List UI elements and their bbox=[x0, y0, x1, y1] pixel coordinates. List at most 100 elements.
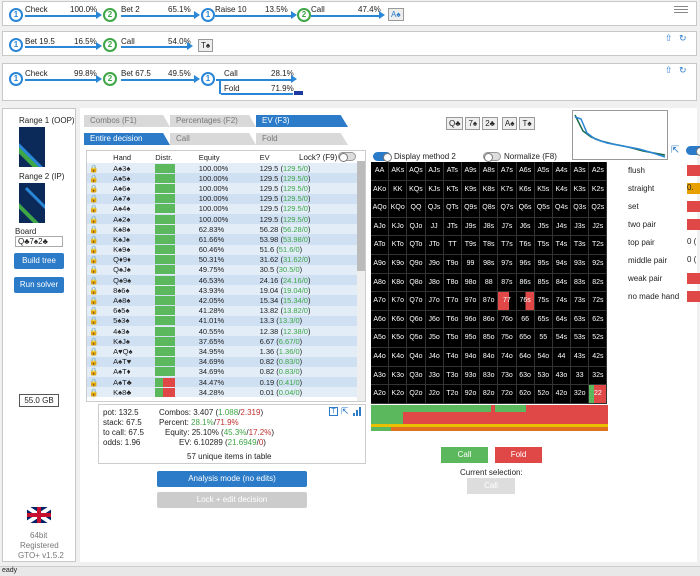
matrix-cell[interactable]: Q3s bbox=[571, 199, 590, 218]
matrix-cell[interactable]: J3o bbox=[425, 366, 444, 386]
fold-button[interactable]: Fold bbox=[495, 447, 542, 463]
table-row[interactable]: 🔒 A♠2♠ 100.00% 129.5 (129.5/0) bbox=[87, 213, 357, 225]
matrix-cell[interactable]: 53o bbox=[534, 366, 553, 386]
build-tree-button[interactable]: Build tree bbox=[14, 253, 64, 269]
lock-icon[interactable]: 🔒 bbox=[87, 194, 111, 204]
matrix-cell[interactable]: 43s bbox=[571, 347, 590, 367]
lock-icon[interactable]: 🔒 bbox=[87, 163, 111, 173]
action-label[interactable]: Bet 2 bbox=[121, 5, 140, 14]
matrix-cell[interactable]: K3o bbox=[389, 366, 408, 386]
table-row[interactable]: 🔒 8♠6♠ 43.93% 19.04 (19.04/0) bbox=[87, 285, 357, 296]
matrix-cell[interactable]: 87o bbox=[480, 292, 499, 311]
matrix-cell[interactable]: 33 bbox=[571, 366, 590, 386]
table-row[interactable]: 🔒 Q♦9♦ 50.31% 31.62 (31.62/0) bbox=[87, 254, 357, 265]
matrix-cell[interactable]: 62o bbox=[516, 385, 535, 404]
matrix-cell[interactable]: K5s bbox=[534, 180, 553, 200]
matrix-cell[interactable]: 86s bbox=[516, 273, 535, 293]
matrix-cell[interactable]: 99 bbox=[461, 254, 481, 274]
matrix-cell[interactable]: Q2s bbox=[589, 199, 608, 218]
lock-toggle[interactable] bbox=[338, 152, 356, 162]
matrix-cell[interactable]: AA bbox=[371, 162, 390, 181]
lock-icon[interactable]: 🔒 bbox=[87, 173, 111, 183]
table-row[interactable]: 🔒 K♠8♠ 62.83% 56.28 (56.28/0) bbox=[87, 224, 357, 235]
matrix-cell[interactable]: 75o bbox=[498, 329, 517, 348]
matrix-cell[interactable]: J2s bbox=[589, 217, 608, 237]
bar-chart-icon[interactable] bbox=[353, 407, 363, 416]
matrix-cell[interactable]: K2s bbox=[589, 180, 608, 200]
table-row[interactable]: 🔒 6♠5♠ 41.28% 13.82 (13.82/0) bbox=[87, 305, 357, 316]
matrix-cell[interactable]: J7o bbox=[425, 292, 444, 311]
matrix-cell[interactable]: J8s bbox=[480, 217, 499, 237]
lock-icon[interactable]: 🔒 bbox=[87, 346, 111, 356]
matrix-cell[interactable]: 95o bbox=[461, 329, 481, 348]
matrix-cell[interactable]: T2o bbox=[443, 385, 462, 404]
lock-icon[interactable]: 🔒 bbox=[87, 367, 111, 377]
lock-icon[interactable]: 🔒 bbox=[87, 275, 111, 285]
matrix-cell[interactable]: AJo bbox=[371, 217, 390, 237]
matrix-cell[interactable]: T6s bbox=[516, 236, 535, 255]
matrix-cell[interactable]: K9o bbox=[389, 254, 408, 274]
matrix-cell[interactable]: T7s bbox=[498, 236, 517, 255]
normalize-toggle[interactable] bbox=[483, 152, 501, 162]
export-icon[interactable]: ⇱ bbox=[341, 406, 349, 417]
matrix-cell[interactable]: Q9s bbox=[461, 199, 481, 218]
matrix-cell[interactable]: T6o bbox=[443, 310, 462, 330]
table-row[interactable]: 🔒 A♠4♠ 100.00% 129.5 (129.5/0) bbox=[87, 203, 357, 214]
matrix-cell[interactable]: 43o bbox=[552, 366, 572, 386]
matrix-cell[interactable]: AQs bbox=[407, 162, 426, 181]
matrix-cell[interactable]: Q7s bbox=[498, 199, 517, 218]
matrix-cell[interactable]: 64o bbox=[516, 347, 535, 367]
matrix-cell[interactable]: 65s bbox=[534, 310, 553, 330]
matrix-cell[interactable]: 65o bbox=[516, 329, 535, 348]
matrix-cell[interactable]: 93o bbox=[461, 366, 481, 386]
matrix-cell[interactable]: KQo bbox=[389, 199, 408, 218]
table-row[interactable]: 🔒 Q♠9♠ 46.53% 24.16 (24.16/0) bbox=[87, 275, 357, 286]
action-label[interactable]: Bet 19.5 bbox=[25, 37, 55, 46]
matrix-cell[interactable]: ATo bbox=[371, 236, 390, 255]
matrix-cell[interactable]: A2s bbox=[589, 162, 608, 181]
action-label[interactable]: Bet 67.5 bbox=[121, 69, 151, 78]
table-row[interactable]: 🔒 A♠6♠ 100.00% 129.5 (129.5/0) bbox=[87, 183, 357, 194]
matrix-cell[interactable]: T4o bbox=[443, 347, 462, 367]
tree-node[interactable]: 2 bbox=[103, 72, 117, 86]
action-label[interactable]: Call bbox=[121, 37, 135, 46]
matrix-cell[interactable]: T3o bbox=[443, 366, 462, 386]
matrix-cell[interactable]: 53s bbox=[571, 329, 590, 348]
matrix-cell[interactable]: A8s bbox=[480, 162, 499, 181]
table-row[interactable]: 🔒 4♠3♠ 40.55% 12.38 (12.38/0) bbox=[87, 326, 357, 337]
table-row[interactable]: 🔒 5♠3♠ 41.01% 13.3 (13.3/0) bbox=[87, 315, 357, 326]
table-row[interactable]: 🔒 A♠8♠ 42.05% 15.34 (15.34/0) bbox=[87, 295, 357, 306]
matrix-cell[interactable]: A7o bbox=[371, 292, 390, 311]
table-row[interactable]: 🔒 K♠9♠ 60.46% 51.6 (51.6/0) bbox=[87, 244, 357, 255]
action-label[interactable]: Check bbox=[25, 5, 48, 14]
tab-fold[interactable]: Fold bbox=[256, 133, 348, 145]
matrix-cell[interactable]: J4s bbox=[552, 217, 572, 237]
col-hand[interactable]: Hand bbox=[111, 151, 153, 163]
matrix-cell[interactable]: 94s bbox=[552, 254, 572, 274]
matrix-cell[interactable]: T4s bbox=[552, 236, 572, 255]
matrix-cell[interactable]: Q5o bbox=[407, 329, 426, 348]
matrix-cell[interactable]: A4o bbox=[371, 347, 390, 367]
board-input[interactable]: Q♣7♠2♣ bbox=[15, 236, 63, 247]
matrix-cell[interactable]: K4s bbox=[552, 180, 572, 200]
matrix-cell[interactable]: KQs bbox=[407, 180, 426, 200]
matrix-cell[interactable]: 83s bbox=[571, 273, 590, 293]
matrix-cell[interactable]: QJo bbox=[407, 217, 426, 237]
matrix-cell[interactable]: Q7o bbox=[407, 292, 426, 311]
action-label-fold[interactable]: Fold bbox=[224, 84, 240, 93]
matrix-cell[interactable]: K7o bbox=[389, 292, 408, 311]
matrix-cell[interactable]: J7s bbox=[498, 217, 517, 237]
lock-icon[interactable]: 🔒 bbox=[87, 245, 111, 255]
matrix-cell[interactable]: 64s bbox=[552, 310, 572, 330]
matrix-cell[interactable]: A3o bbox=[371, 366, 390, 386]
matrix-cell[interactable]: J5s bbox=[534, 217, 553, 237]
tab-combos[interactable]: Combos (F1) bbox=[84, 115, 170, 127]
matrix-cell[interactable]: Q3o bbox=[407, 366, 426, 386]
matrix-cell[interactable]: K6s bbox=[516, 180, 535, 200]
matrix-cell[interactable]: 52o bbox=[534, 385, 553, 404]
table-row[interactable]: 🔒 A♥Q♠ 34.95% 1.36 (1.36/0) bbox=[87, 346, 357, 357]
matrix-cell[interactable]: 74s bbox=[552, 292, 572, 311]
matrix-cell[interactable]: J4o bbox=[425, 347, 444, 367]
matrix-cell[interactable]: A8o bbox=[371, 273, 390, 293]
lock-icon[interactable]: 🔒 bbox=[87, 183, 111, 193]
